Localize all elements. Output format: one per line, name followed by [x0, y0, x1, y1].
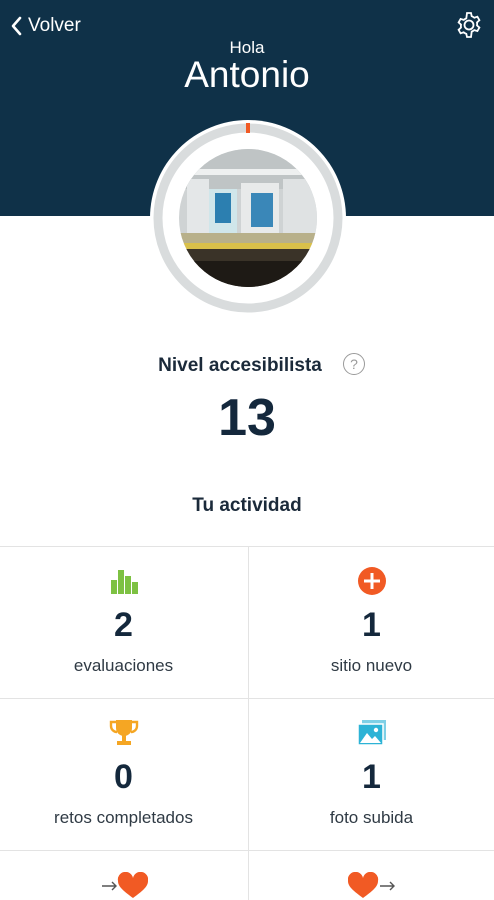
trophy-icon	[109, 720, 138, 745]
activity-label: evaluaciones	[73, 656, 174, 675]
level-title: Nivel accesibilista	[0, 355, 494, 377]
bar-chart-icon	[110, 570, 138, 594]
divider	[0, 850, 494, 851]
activity-evaluaciones[interactable]: 2 evaluaciones	[0, 546, 247, 698]
activity-label: retos completados	[54, 808, 193, 827]
activity-sitio-nuevo[interactable]: 1 sitio nuevo	[248, 546, 494, 698]
photo-icon	[356, 720, 386, 746]
activity-retos[interactable]: 0 retos completados	[0, 698, 247, 850]
activity-title: Tu actividad	[192, 495, 302, 516]
activity-count: 0	[114, 758, 133, 796]
level-progress-ring	[150, 120, 346, 316]
progress-indicator	[246, 123, 250, 133]
gear-icon	[457, 12, 481, 38]
heart-out-icon	[348, 872, 395, 898]
activity-count: 1	[362, 758, 381, 796]
back-label: Volver	[28, 15, 81, 36]
heart-in-icon	[102, 872, 148, 898]
favorites-received-button[interactable]	[100, 872, 148, 900]
user-name: Antonio	[184, 54, 310, 95]
activity-grid: 2 evaluaciones 1 sitio nuevo 0 retos com…	[0, 546, 494, 900]
back-button[interactable]: Volver	[10, 12, 81, 40]
level-title-text: Nivel accesibilista	[158, 355, 322, 376]
level-value: 13	[218, 389, 276, 447]
activity-label: sitio nuevo	[330, 656, 413, 675]
activity-count: 1	[362, 606, 381, 644]
chevron-left-icon	[11, 16, 22, 36]
activity-count: 2	[114, 606, 133, 644]
settings-button[interactable]	[454, 10, 484, 40]
help-icon[interactable]: ?	[343, 353, 365, 375]
favorites-given-button[interactable]	[348, 872, 398, 900]
profile-photo[interactable]	[179, 149, 317, 287]
activity-label: foto subida	[329, 808, 414, 827]
plus-circle-icon	[357, 567, 386, 595]
activity-fotos[interactable]: 1 foto subida	[248, 698, 494, 850]
